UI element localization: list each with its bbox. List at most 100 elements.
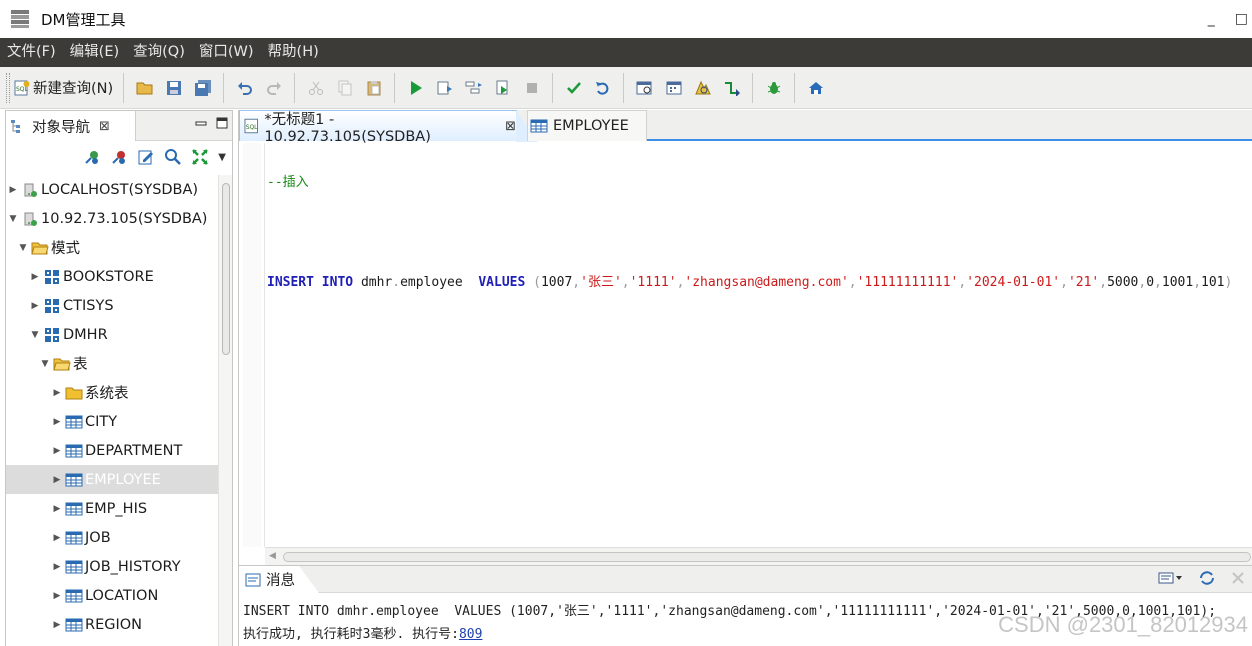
tree-item-label: 表: [73, 357, 88, 373]
sql-tuning-button[interactable]: [690, 75, 716, 101]
execute-script-button[interactable]: [432, 75, 458, 101]
collapsed-arrow-icon[interactable]: ▶: [52, 446, 62, 456]
execute-button[interactable]: [403, 75, 429, 101]
minimize-icon[interactable]: [195, 117, 207, 129]
code-comment: --插入: [267, 175, 309, 190]
tree-item-city[interactable]: ▶ CITY: [6, 407, 218, 436]
save-button[interactable]: [161, 75, 187, 101]
step-into-icon: [724, 81, 740, 96]
search-icon[interactable]: [164, 148, 182, 166]
disconnect-icon[interactable]: [110, 148, 128, 166]
navigator-scrollbar[interactable]: [218, 175, 232, 646]
expand-all-icon[interactable]: [191, 148, 209, 166]
tree-item-emp-his[interactable]: ▶ EMP_HIS: [6, 494, 218, 523]
comma: ,: [1154, 275, 1162, 290]
collapsed-arrow-icon[interactable]: ▶: [52, 533, 62, 543]
expanded-arrow-icon[interactable]: ▼: [40, 359, 50, 369]
tree-item-job[interactable]: ▶ JOB: [6, 523, 218, 552]
tree-item-label: DEPARTMENT: [85, 442, 183, 459]
save-icon: [166, 80, 181, 95]
collapsed-arrow-icon[interactable]: ▶: [52, 562, 62, 572]
rollback-button[interactable]: [590, 75, 616, 101]
new-query-button[interactable]: SQL 新建查询(N): [10, 75, 117, 101]
connect-icon[interactable]: [83, 148, 101, 166]
collapsed-arrow-icon[interactable]: ▶: [52, 388, 62, 398]
close-icon[interactable]: ⊠: [99, 119, 110, 134]
tab-query-untitled1[interactable]: SQL *无标题1 - 10.92.73.105(SYSDBA) ⊠: [239, 110, 538, 145]
tree-item-localhost-sysdba[interactable]: ▶ LOCALHOST(SYSDBA): [6, 175, 218, 204]
collapsed-arrow-icon[interactable]: ▶: [52, 475, 62, 485]
restore-button[interactable]: □: [1235, 11, 1248, 27]
query-plan-button[interactable]: [632, 75, 658, 101]
tree-item-bookstore[interactable]: ▶ BOOKSTORE: [6, 262, 218, 291]
scroll-left-icon[interactable]: ◀: [269, 551, 276, 561]
cut-button[interactable]: [303, 75, 329, 101]
menu-edit[interactable]: 编辑(E): [63, 38, 126, 67]
commit-button[interactable]: [561, 75, 587, 101]
save-all-button[interactable]: [190, 75, 216, 101]
new-query-label: 新建查询(N): [33, 81, 114, 97]
clear-icon[interactable]: [1230, 570, 1246, 586]
tree-item-department[interactable]: ▶ DEPARTMENT: [6, 436, 218, 465]
exec-number-link[interactable]: 809: [459, 627, 482, 642]
tree-item-[interactable]: ▼ 模式: [6, 233, 218, 262]
menu-window[interactable]: 窗口(W): [192, 38, 261, 67]
tree-item-[interactable]: ▶ 系统表: [6, 378, 218, 407]
copy-button[interactable]: [332, 75, 358, 101]
collapsed-arrow-icon[interactable]: ▶: [8, 185, 18, 195]
collapsed-arrow-icon[interactable]: ▶: [52, 504, 62, 514]
stop-button[interactable]: [519, 75, 545, 101]
scrollbar-thumb[interactable]: [222, 183, 230, 355]
calendar-icon: [666, 81, 682, 94]
expanded-arrow-icon[interactable]: ▼: [18, 243, 28, 253]
open-file-button[interactable]: [132, 75, 158, 101]
tree-item-10-92-73-105-sysdba[interactable]: ▼ 10.92.73.105(SYSDBA): [6, 204, 218, 233]
collapsed-arrow-icon[interactable]: ▶: [30, 301, 40, 311]
view-menu-icon[interactable]: ▼: [218, 152, 226, 163]
collapsed-arrow-icon[interactable]: ▶: [30, 272, 40, 282]
message-options-icon[interactable]: [1158, 571, 1184, 585]
menu-help[interactable]: 帮助(H): [261, 38, 326, 67]
edit-icon[interactable]: [137, 148, 155, 166]
value-2: '张三': [580, 275, 622, 290]
tab-messages[interactable]: 消息: [239, 566, 319, 593]
debug-step-button[interactable]: [719, 75, 745, 101]
tree-item-region[interactable]: ▶ REGION: [6, 610, 218, 639]
paste-button[interactable]: [361, 75, 387, 101]
menu-query[interactable]: 查询(Q): [126, 38, 192, 67]
tree-item-label: JOB: [85, 529, 111, 546]
menu-file[interactable]: 文件(F): [0, 38, 63, 67]
collapsed-arrow-icon[interactable]: ▶: [52, 591, 62, 601]
undo-button[interactable]: [232, 75, 258, 101]
tree-item-ctisys[interactable]: ▶ CTISYS: [6, 291, 218, 320]
debug-button[interactable]: [761, 75, 787, 101]
schedule-button[interactable]: [661, 75, 687, 101]
maximize-icon[interactable]: [216, 117, 228, 129]
dot: .: [392, 275, 401, 290]
close-paren: ): [1224, 275, 1233, 290]
tree-item-[interactable]: ▼ 表: [6, 349, 218, 378]
close-icon[interactable]: ⊠: [505, 119, 516, 134]
toolbar-separator: [394, 72, 396, 103]
redo-button[interactable]: [261, 75, 287, 101]
refresh-icon[interactable]: [1198, 570, 1216, 586]
tree-item-employee[interactable]: ▶ EMPLOYEE: [6, 465, 218, 494]
expanded-arrow-icon[interactable]: ▼: [8, 214, 18, 224]
home-button[interactable]: [803, 75, 829, 101]
collapsed-arrow-icon[interactable]: ▶: [52, 620, 62, 630]
table-icon: [65, 559, 83, 575]
editor-horizontal-scrollbar[interactable]: ◀: [265, 547, 1252, 565]
tab-employee[interactable]: EMPLOYEE: [527, 110, 647, 141]
execute-selection-button[interactable]: [490, 75, 516, 101]
execute-plan-button[interactable]: [461, 75, 487, 101]
expanded-arrow-icon[interactable]: ▼: [30, 330, 40, 340]
tree-item-dmhr[interactable]: ▼ DMHR: [6, 320, 218, 349]
tree-item-job-history[interactable]: ▶ JOB_HISTORY: [6, 552, 218, 581]
execute-doc-icon: [496, 80, 508, 94]
tree-item-location[interactable]: ▶ LOCATION: [6, 581, 218, 610]
collapsed-arrow-icon[interactable]: ▶: [52, 417, 62, 427]
minimize-button[interactable]: _: [1208, 11, 1215, 27]
sql-code-area[interactable]: --插入 INSERT INTO dmhr.employee VALUES (1…: [267, 143, 1252, 547]
scrollbar-thumb[interactable]: [283, 552, 1251, 562]
tab-object-navigator[interactable]: 对象导航 ⊠: [6, 111, 136, 141]
